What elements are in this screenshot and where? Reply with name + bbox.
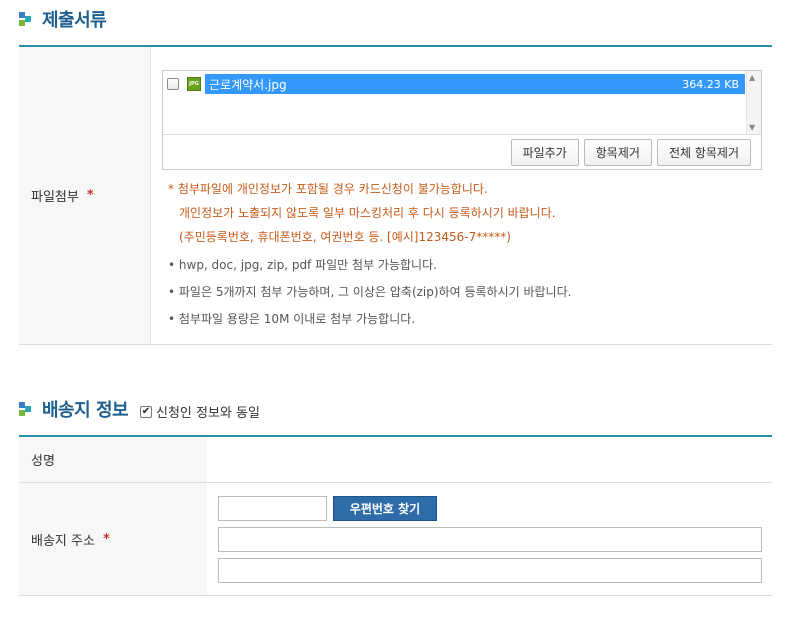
file-note: • 첨부파일 용량은 10M 이내로 첨부 가능합니다. (168, 312, 416, 326)
file-attachment-box: JPG 근로계약서.jpg 364.23 KB ▲ ▼ 파일추가 항목제거 전체… (162, 70, 762, 170)
same-as-applicant-option[interactable]: ✔ 신청인 정보와 동일 (140, 402, 260, 421)
file-name: 근로계약서.jpg (209, 77, 287, 92)
privacy-warning-line: * 첨부파일에 개인정보가 포함될 경우 카드신청이 불가능합니다. (168, 182, 488, 196)
add-file-button[interactable]: 파일추가 (510, 139, 579, 166)
required-mark: * (86, 188, 94, 203)
same-as-applicant-label: 신청인 정보와 동일 (156, 406, 260, 421)
address-label: 배송지 주소 (31, 533, 95, 549)
scroll-down-arrow-icon[interactable]: ▼ (749, 123, 755, 132)
documents-section-title: 제출서류 (42, 10, 107, 31)
delivery-section-title: 배송지 정보 (42, 400, 129, 421)
file-item-selected[interactable]: 근로계약서.jpg 364.23 KB (205, 74, 745, 94)
name-row: 성명 (19, 437, 772, 483)
delivery-section-header: 배송지 정보 (19, 396, 129, 422)
find-zipcode-button[interactable]: 우편번호 찾기 (333, 496, 437, 521)
privacy-warning-line: (주민등록번호, 휴대폰번호, 여권번호 등. [예시]123456-7****… (179, 230, 511, 244)
remove-all-items-button[interactable]: 전체 항목제거 (656, 139, 751, 166)
zipcode-input[interactable] (218, 496, 327, 521)
file-list-item[interactable]: JPG 근로계약서.jpg 364.23 KB (167, 74, 745, 94)
same-as-applicant-checkbox[interactable]: ✔ (140, 405, 152, 418)
file-list[interactable]: JPG 근로계약서.jpg 364.23 KB ▲ ▼ (163, 71, 761, 135)
required-mark: * (102, 531, 110, 547)
address-label-cell: 배송지 주소 * (19, 483, 207, 595)
name-label-cell: 성명 (19, 437, 207, 482)
file-note: • hwp, doc, jpg, zip, pdf 파일만 첨부 가능합니다. (168, 258, 437, 272)
file-item-checkbox[interactable] (167, 78, 179, 90)
privacy-warning-line: 개인정보가 노출되지 않도록 일부 마스킹처리 후 다시 등록하시기 바랍니다. (179, 206, 556, 220)
attach-label-cell: 파일첨부 * (19, 47, 151, 344)
address-line2-input[interactable] (218, 558, 762, 583)
file-size: 364.23 KB (682, 77, 739, 91)
remove-item-button[interactable]: 항목제거 (583, 139, 652, 166)
attach-label: 파일첨부 (31, 190, 79, 205)
file-button-row: 파일추가 항목제거 전체 항목제거 (510, 139, 751, 166)
section-bullet-icon (19, 402, 33, 416)
file-note: • 파일은 5개까지 첨부 가능하며, 그 이상은 압축(zip)하여 등록하시… (168, 285, 572, 299)
documents-section-header: 제출서류 (19, 6, 107, 32)
file-list-scrollbar[interactable]: ▲ ▼ (746, 71, 761, 134)
address-line1-input[interactable] (218, 527, 762, 552)
scroll-up-arrow-icon[interactable]: ▲ (749, 73, 755, 82)
section-bullet-icon (19, 12, 33, 26)
name-label: 성명 (31, 454, 55, 469)
jpg-file-icon: JPG (187, 77, 201, 91)
